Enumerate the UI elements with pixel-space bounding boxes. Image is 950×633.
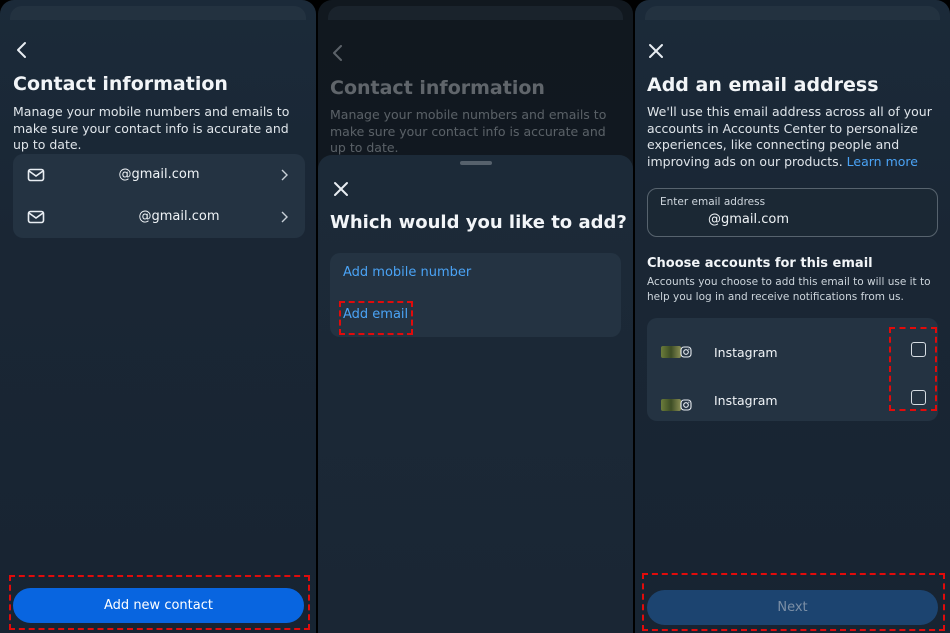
avatar bbox=[661, 346, 681, 358]
email-field-value[interactable]: @gmail.com bbox=[708, 212, 789, 227]
page-description: Manage your mobile numbers and emails to… bbox=[330, 107, 607, 155]
tab-stub bbox=[328, 6, 623, 20]
email-field[interactable]: Enter email address @gmail.com bbox=[647, 188, 938, 237]
page-title: Contact information bbox=[13, 73, 228, 95]
sheet-title: Which would you like to add? bbox=[330, 212, 627, 233]
section-description: Accounts you choose to add this email to… bbox=[647, 276, 931, 303]
bottom-sheet: Which would you like to add? Add mobile … bbox=[318, 155, 633, 633]
mail-icon bbox=[27, 210, 45, 224]
section-title: Choose accounts for this email bbox=[647, 256, 873, 271]
chevron-right-icon bbox=[281, 169, 288, 181]
page-title: Add an email address bbox=[647, 74, 879, 96]
tab-stub bbox=[645, 6, 940, 20]
highlight-box bbox=[642, 573, 945, 631]
sheet-grabber[interactable] bbox=[460, 161, 492, 165]
chevron-right-icon bbox=[281, 211, 288, 223]
page-description: Manage your mobile numbers and emails to… bbox=[13, 104, 290, 152]
contact-row[interactable]: @gmail.com bbox=[13, 196, 305, 238]
account-platform: Instagram bbox=[714, 393, 778, 408]
tab-stub bbox=[10, 6, 306, 20]
add-email-screen: Add an email address We'll use this emai… bbox=[635, 0, 950, 633]
contact-info-screen: Contact information Manage your mobile n… bbox=[0, 0, 316, 633]
contact-email: @gmail.com bbox=[138, 209, 220, 224]
account-platform: Instagram bbox=[714, 345, 778, 360]
add-mobile-number-option[interactable]: Add mobile number bbox=[343, 265, 471, 280]
learn-more-link[interactable]: Learn more bbox=[847, 154, 918, 169]
close-icon[interactable] bbox=[329, 177, 353, 201]
back-arrow-icon[interactable] bbox=[10, 38, 34, 62]
instagram-icon bbox=[680, 399, 692, 411]
avatar bbox=[661, 399, 681, 411]
highlight-box bbox=[339, 301, 413, 335]
page-description: We'll use this email address across all … bbox=[647, 104, 943, 170]
email-field-label: Enter email address bbox=[660, 196, 766, 208]
back-arrow-icon bbox=[326, 41, 350, 65]
mail-icon bbox=[27, 168, 45, 182]
contact-row[interactable]: @gmail.com bbox=[13, 154, 305, 196]
page-title: Contact information bbox=[330, 77, 545, 99]
highlight-box bbox=[889, 327, 937, 411]
add-contact-sheet-screen: Contact information Manage your mobile n… bbox=[318, 0, 633, 633]
contact-email: @gmail.com bbox=[118, 167, 200, 182]
instagram-icon bbox=[680, 346, 692, 358]
close-icon[interactable] bbox=[644, 39, 668, 63]
contact-list: @gmail.com @gmail.com bbox=[13, 154, 305, 238]
highlight-box bbox=[9, 575, 310, 630]
